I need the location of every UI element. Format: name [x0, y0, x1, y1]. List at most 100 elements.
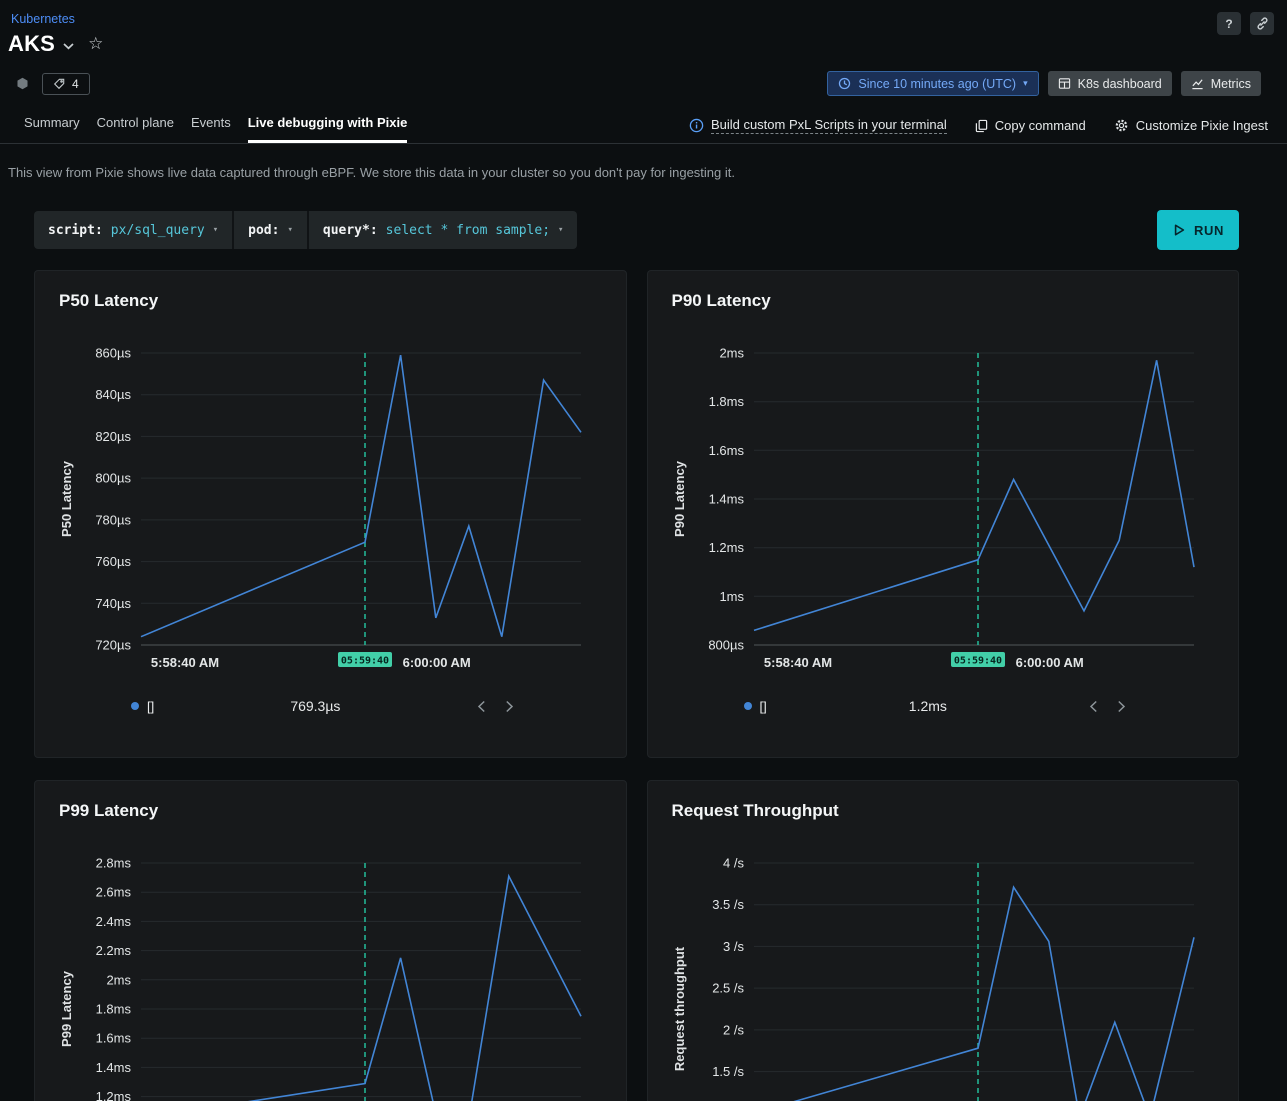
y-tick-label: 860µs — [95, 346, 131, 361]
y-tick-label: 2ms — [106, 972, 131, 987]
chevron-left-icon — [477, 700, 485, 712]
line-chart: 2ms 1.8ms 1.6ms 1.4ms 1.2ms 1ms 800µs P90 Laten… — [672, 346, 1195, 670]
legend-series-label: [] — [759, 698, 767, 714]
y-tick-label: 3.5 /s — [712, 897, 744, 912]
breadcrumb-kubernetes[interactable]: Kubernetes — [11, 12, 75, 26]
tag-icon — [53, 78, 65, 89]
x-tick-label: 6:00:00 AM — [1015, 655, 1083, 670]
legend-series-dot — [743, 702, 752, 710]
favorite-star-icon[interactable]: ☆ — [88, 34, 103, 54]
y-tick-label: 1.4ms — [96, 1060, 132, 1075]
line-chart: 4 /s 3.5 /s 3 /s 2.5 /s 2 /s 1.5 /s Request th… — [672, 856, 1195, 1101]
toolbar: Since 10 minutes ago (UTC) ▾ K8s dashboa… — [827, 71, 1261, 96]
y-tick-label: 1.5 /s — [712, 1064, 744, 1079]
clock-icon — [839, 77, 851, 90]
chevron-down-icon: ▾ — [212, 225, 219, 235]
link-icon — [1256, 17, 1268, 30]
tab-summary[interactable]: Summary — [24, 106, 80, 143]
legend-hover-value: 1.2ms — [908, 698, 947, 714]
y-tick-label: 1ms — [719, 589, 744, 604]
y-tick-label: 2ms — [719, 346, 744, 361]
y-axis-label: P50 Latency — [59, 460, 74, 537]
script-bar: script: px/sql_query ▾ pod: ▾ query*: se… — [34, 211, 578, 249]
page-title: AKS — [8, 31, 56, 56]
customize-pixie-ingest-button[interactable]: Customize Pixie Ingest — [1114, 118, 1268, 133]
entity-picker-chevron-down-icon[interactable] — [63, 42, 74, 50]
chart-legend-row: [] 1.2ms — [743, 698, 1127, 714]
script-label: script: — [48, 222, 103, 238]
x-tick-label: 5:58:40 AM — [763, 655, 831, 670]
help-button[interactable]: ? — [1217, 12, 1241, 35]
copy-command-button[interactable]: Copy command — [975, 118, 1086, 133]
chart-panel-request-throughput: Request Throughput 4 /s 3.5 /s 3 /s 2.5 /s 2 … — [646, 780, 1239, 1101]
chevron-right-icon — [1118, 700, 1126, 712]
y-tick-label: 1.2ms — [96, 1089, 132, 1101]
series-line — [792, 885, 1195, 1101]
query-select[interactable]: query*: select * from sample; ▾ — [309, 211, 578, 249]
gear-icon — [1115, 119, 1128, 132]
legend-prev-button[interactable] — [477, 700, 486, 713]
line-chart: 2.8ms 2.6ms 2.4ms 2.2ms 2ms 1.8ms 1.6ms 1.4ms 1.… — [59, 856, 582, 1101]
legend-next-button[interactable] — [505, 700, 514, 713]
legend-prev-button[interactable] — [1089, 700, 1098, 713]
chevron-down-icon: ▾ — [558, 225, 564, 235]
query-label: query*: — [322, 222, 378, 238]
y-tick-label: 1.6ms — [708, 443, 744, 458]
clipboard-icon — [975, 119, 987, 132]
run-label: RUN — [1194, 222, 1224, 238]
legend-pager — [1089, 700, 1126, 713]
script-value: px/sql_query — [110, 222, 205, 238]
script-select[interactable]: script: px/sql_query ▾ — [34, 211, 232, 249]
copy-command-label: Copy command — [994, 118, 1086, 133]
y-tick-label: 2.4ms — [96, 914, 132, 929]
build-pxl-scripts-label: Build custom PxL Scripts in your termina… — [710, 117, 947, 134]
y-tick-label: 800µs — [708, 638, 744, 653]
chart-panel-p99-latency: P99 Latency 2.8ms 2.6ms 2.4ms 2.2ms 2ms 1.8ms 1… — [34, 780, 627, 1101]
run-button[interactable]: RUN — [1157, 210, 1239, 250]
legend-series-label: [] — [147, 698, 155, 714]
tab-control-plane[interactable]: Control plane — [97, 106, 174, 143]
tab-live-debugging-with-pixie[interactable]: Live debugging with Pixie — [247, 106, 408, 143]
y-axis-label: P90 Latency — [672, 460, 687, 537]
build-pxl-scripts-link[interactable]: Build custom PxL Scripts in your termina… — [689, 117, 947, 134]
chevron-right-icon — [505, 700, 513, 712]
k8s-dashboard-button[interactable]: K8s dashboard — [1047, 71, 1172, 96]
tab-events[interactable]: Events — [191, 106, 231, 143]
k8s-dashboard-label: K8s dashboard — [1077, 76, 1162, 91]
y-tick-label: 760µs — [95, 554, 131, 569]
metrics-button[interactable]: Metrics — [1180, 71, 1261, 96]
tag-count: 4 — [72, 76, 79, 91]
dashboard-icon — [1058, 78, 1070, 89]
pod-select[interactable]: pod: ▾ — [234, 211, 307, 249]
chart-panel-p50-latency: P50 Latency 860µs 840µs 820µs 800µs 780µs 760µ… — [34, 270, 627, 758]
charts-grid: P50 Latency 860µs 840µs 820µs 800µs 780µs 760µ… — [34, 270, 1239, 1101]
info-icon — [689, 118, 704, 133]
legend-item[interactable]: [] — [743, 698, 767, 714]
y-tick-label: 2.2ms — [96, 943, 132, 958]
tags-badge[interactable]: 4 — [42, 72, 90, 95]
y-tick-label: 1.6ms — [96, 1031, 132, 1046]
tab-actions: Build custom PxL Scripts in your termina… — [689, 117, 1268, 143]
y-axis-label: Request throughput — [672, 946, 687, 1071]
y-tick-label: 800µs — [95, 471, 131, 486]
chevron-down-icon: ▾ — [287, 225, 293, 235]
y-tick-label: 780µs — [95, 512, 131, 527]
legend-item[interactable]: [] — [131, 699, 154, 714]
legend-next-button[interactable] — [1117, 700, 1126, 713]
metrics-label: Metrics — [1210, 76, 1251, 91]
chart-legend-row: [] 769.3µs — [131, 698, 514, 714]
chart-title: Request Throughput — [671, 801, 839, 820]
y-tick-label: 740µs — [95, 596, 131, 611]
time-picker-label: Since 10 minutes ago (UTC) — [858, 76, 1017, 91]
permalink-button[interactable] — [1250, 12, 1274, 35]
y-axis-label: P99 Latency — [59, 970, 74, 1047]
chart-area: 2.8ms 2.6ms 2.4ms 2.2ms 2ms 1.8ms 1.6ms 1.4ms 1.… — [59, 837, 602, 1101]
y-tick-label: 1.8ms — [96, 1002, 132, 1017]
y-tick-label: 840µs — [95, 387, 131, 402]
chart-area: 2ms 1.8ms 1.6ms 1.4ms 1.2ms 1ms 800µs P90 Laten… — [672, 327, 1215, 678]
time-picker-button[interactable]: Since 10 minutes ago (UTC) ▾ — [827, 71, 1039, 96]
x-tick-label: 6:00:00 AM — [403, 655, 471, 670]
meta-row: 4 Since 10 minutes ago (UTC) ▾ K8s dashb… — [8, 57, 1274, 106]
time-marker-label: 05:59:40 — [341, 656, 389, 667]
legend-hover-value: 769.3µs — [290, 698, 341, 714]
